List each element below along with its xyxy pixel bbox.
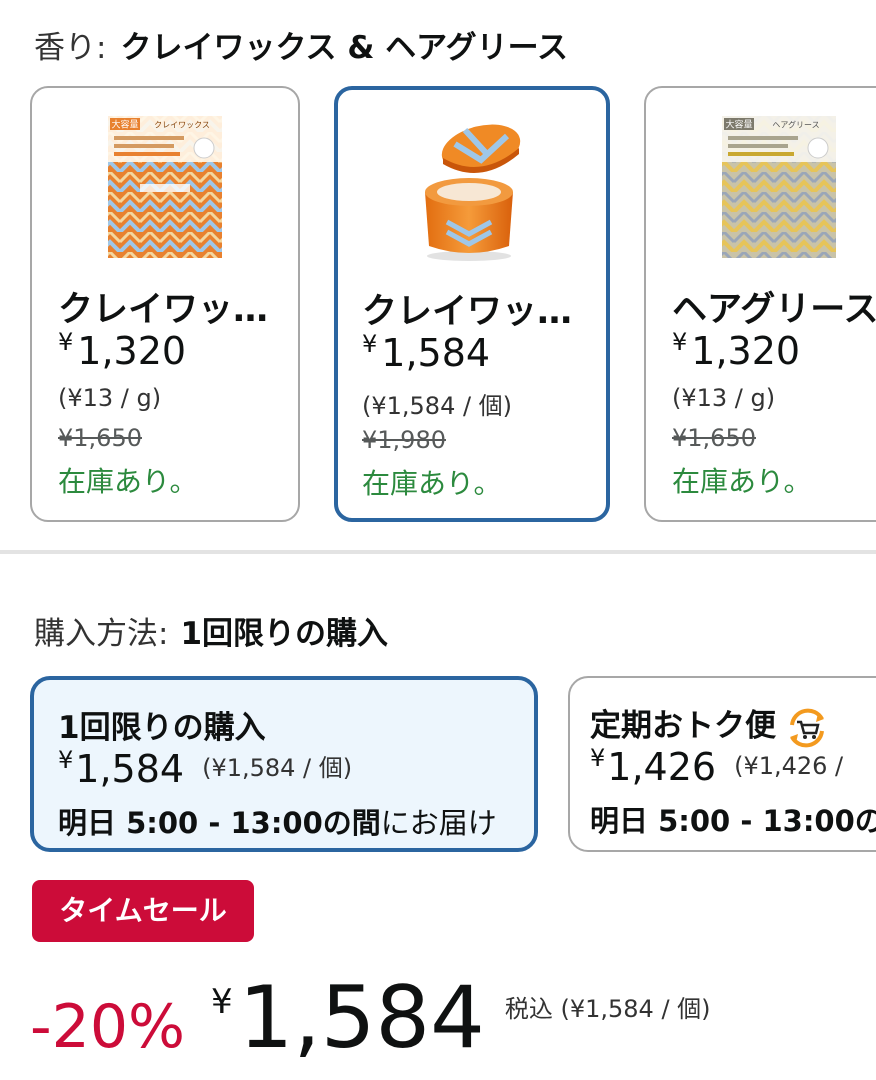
product-image-hair-grease-box: 大容量 ヘアグリース [722, 116, 836, 258]
image-text-product: ヘアグリース [772, 120, 819, 130]
product-image-wax-jar [425, 124, 521, 261]
option-price: ¥1,584 (¥1,584 / 個) [58, 746, 352, 791]
variant-name: ヘアグリース [672, 290, 876, 330]
variant-price: ¥1,320 [672, 328, 800, 373]
purchase-method-selected: 1回限りの購入 [180, 616, 389, 652]
variant-card-clay-wax-large[interactable]: 大容量 クレイワックス クレイワッ… ¥1,320 (¥13 / g) ¥1,6… [30, 86, 300, 522]
delivery-time: 明日 5:00 - 13:00の間 [58, 806, 381, 840]
option-title-text: 定期おトク便 [590, 708, 776, 744]
currency-symbol: ¥ [211, 982, 233, 1022]
variant-stock-status: 在庫あり。 [672, 465, 812, 498]
variant-card-clay-wax-jar[interactable]: クレイワッ… ¥1,584 (¥1,584 / 個) ¥1,980 在庫あり。 [334, 86, 610, 522]
one-time-purchase-option[interactable]: 1回限りの購入 ¥1,584 (¥1,584 / 個) 明日 5:00 - 13:… [30, 676, 538, 852]
product-image-clay-wax-box: 大容量 クレイワックス [108, 116, 222, 258]
option-title: 1回限りの購入 [58, 710, 266, 746]
option-unit-price: (¥1,426 / [734, 752, 844, 780]
image-text-large-capacity: 大容量 [111, 119, 138, 131]
variant-list-price: ¥1,650 [58, 424, 142, 452]
scent-label: 香り: [34, 30, 107, 66]
variant-price: ¥1,320 [58, 328, 186, 373]
option-delivery: 明日 5:00 - 13:00の [590, 798, 876, 840]
currency-symbol: ¥ [362, 330, 378, 358]
option-delivery: 明日 5:00 - 13:00の間にお届け [58, 800, 497, 842]
time-sale-badge: タイムセール [32, 880, 254, 942]
delivery-time: 明日 5:00 - 13:00の [590, 804, 876, 838]
option-price: ¥1,426 (¥1,426 / [590, 744, 843, 789]
variant-stock-status: 在庫あり。 [362, 467, 502, 500]
subscribe-and-save-option[interactable]: 定期おトク便 ¥1,426 (¥1,426 / 明日 5:00 - 13:00の [568, 676, 876, 852]
variant-price: ¥1,584 [362, 330, 490, 375]
option-title: 定期おトク便 [590, 700, 830, 751]
option-price-value: 1,426 [607, 745, 717, 789]
variant-unit-price: (¥1,584 / 個) [362, 392, 513, 420]
variant-unit-price: (¥13 / g) [58, 384, 162, 412]
variant-unit-price: (¥13 / g) [672, 384, 776, 412]
delivery-suffix: にお届け [380, 806, 497, 840]
variant-price-value: 1,320 [691, 329, 801, 373]
currency-symbol: ¥ [590, 744, 606, 772]
image-text-large-capacity: 大容量 [725, 119, 752, 131]
scent-header: 香り: クレイワックス & ヘアグリース [34, 22, 568, 67]
discount-percent: -20% [30, 992, 186, 1062]
variant-list-price: ¥1,980 [362, 426, 446, 454]
section-divider [0, 550, 876, 554]
image-text-product: クレイワックス [154, 121, 210, 130]
variant-price-value: 1,584 [381, 331, 491, 375]
option-unit-price: (¥1,584 / 個) [202, 754, 353, 782]
purchase-method-header: 購入方法: 1回限りの購入 [34, 608, 388, 653]
purchase-method-label: 購入方法: [34, 616, 169, 652]
currency-symbol: ¥ [58, 746, 74, 774]
option-price-value: 1,584 [75, 747, 185, 791]
currency-symbol: ¥ [672, 328, 688, 356]
deal-price-row: -20% ¥1,584 税込 (¥1,584 / 個) [30, 968, 711, 1068]
variant-list-price: ¥1,650 [672, 424, 756, 452]
variant-name: クレイワッ… [362, 292, 573, 332]
variant-name: クレイワッ… [58, 290, 269, 330]
currency-symbol: ¥ [58, 328, 74, 356]
variant-price-value: 1,320 [77, 329, 187, 373]
deal-price: 1,584 [238, 968, 485, 1068]
tax-note: 税込 (¥1,584 / 個) [504, 995, 711, 1023]
scent-selected-value: クレイワックス & ヘアグリース [120, 30, 569, 66]
variant-stock-status: 在庫あり。 [58, 465, 198, 498]
variant-card-hair-grease[interactable]: 大容量 ヘアグリース ヘアグリース ¥1,320 (¥13 / g) ¥1,65… [644, 86, 876, 522]
